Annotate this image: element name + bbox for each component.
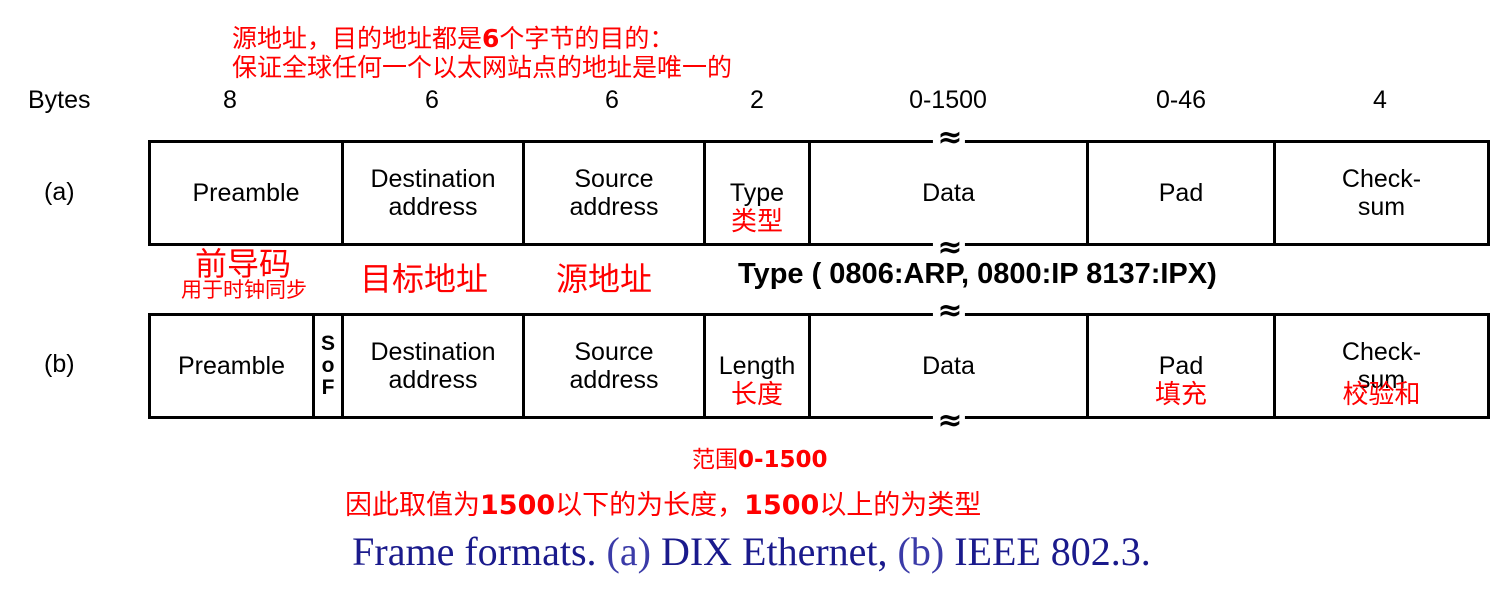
byte-count-preamble: 8 [223, 86, 237, 114]
field-source-b-line1: Source [574, 338, 654, 366]
caption-marker-b: (b) [897, 529, 945, 574]
field-destination-b-line2: address [388, 366, 478, 394]
annotation-destination-cn: 目标地址 [360, 260, 489, 298]
field-checksum-b-annotation: 校验和 [1342, 380, 1421, 410]
top-annotation-line1: 源地址，目的地址都是6个字节的目的： [232, 24, 732, 53]
bytes-row-label: Bytes [28, 86, 91, 114]
rule-part-c: 以下的为长度， [555, 490, 745, 521]
field-source-b-line2: address [569, 366, 659, 394]
annotation-range-value: 0-1500 [738, 447, 828, 473]
field-destination-a-line2: address [388, 193, 478, 221]
field-sof-letter-f: F [321, 376, 335, 399]
field-checksum-a-line2: sum [1357, 193, 1406, 221]
rule-value-2: 1500 [744, 490, 820, 521]
field-destination-address-a: Destination address [344, 143, 525, 243]
field-pad-a: Pad [1089, 143, 1276, 243]
rule-value-1: 1500 [480, 490, 556, 521]
type-values-legend: Type ( 0806:ARP, 0800:IP 8137:IPX) [738, 258, 1217, 290]
field-checksum-b: Check- sum 校验和 [1276, 316, 1487, 416]
field-source-address-b: Source address [525, 316, 706, 416]
caption-marker-a: (a) [606, 529, 651, 574]
field-pad-b-annotation: 填充 [1154, 380, 1207, 410]
field-preamble-a-label: Preamble [192, 179, 300, 207]
frame-dix-ethernet: Preamble Destination address Source addr… [148, 123, 1490, 263]
field-data-b: ≈ Data ≈ [811, 296, 1089, 436]
top-annotation-note: 源地址，目的地址都是6个字节的目的： 保证全球任何一个以太网站点的地址是唯一的 [232, 24, 732, 82]
field-sof-letter-o: o [321, 354, 335, 377]
byte-count-source: 6 [605, 86, 619, 114]
annotation-preamble-cn: 前导码 [194, 245, 291, 283]
top-note-number: 6 [482, 24, 500, 53]
annotation-preamble-sub-cn: 用于时钟同步 [181, 278, 307, 302]
field-data-a-label: Data [922, 179, 975, 207]
annotation-length-range: 范围0-1500 [692, 440, 828, 474]
frame-label-a: (a) [44, 178, 75, 206]
byte-count-pad: 0-46 [1155, 86, 1207, 114]
field-destination-address-b: Destination address [344, 316, 525, 416]
field-checksum-a-line1: Check- [1341, 165, 1422, 193]
field-sof-letter-s: S [320, 332, 335, 355]
annotation-source-cn: 源地址 [556, 260, 653, 298]
field-type-a: Type 类型 [706, 143, 811, 243]
field-pad-a-label: Pad [1158, 179, 1204, 207]
field-sof-b: S o F [315, 316, 344, 416]
field-type-a-label: Type [729, 179, 785, 207]
field-destination-a-line1: Destination [370, 165, 496, 193]
break-squiggle-top-a: ≈ [932, 123, 965, 153]
byte-count-data: 0-1500 [909, 86, 987, 114]
top-annotation-line2: 保证全球任何一个以太网站点的地址是唯一的 [232, 53, 733, 82]
rule-part-e: 以上的为类型 [819, 490, 982, 521]
field-preamble-b: Preamble [151, 316, 315, 416]
top-note-text-c: 个字节的目的： [499, 24, 675, 53]
field-length-b: Length 长度 [706, 316, 811, 416]
field-source-a-line1: Source [574, 165, 654, 193]
frame-label-b: (b) [44, 350, 75, 378]
field-length-b-annotation: 长度 [730, 380, 783, 410]
field-checksum-a: Check- sum [1276, 143, 1487, 243]
field-checksum-b-line1: Check- [1341, 338, 1422, 366]
break-squiggle-top-b: ≈ [932, 296, 965, 326]
field-pad-b: Pad 填充 [1089, 316, 1276, 416]
frame-ieee-802-3: Preamble S o F Destination address Sourc… [148, 296, 1490, 436]
caption-text-a: DIX Ethernet, [650, 529, 898, 574]
field-source-a-line2: address [569, 193, 659, 221]
field-preamble-a: Preamble [151, 143, 344, 243]
field-data-b-label: Data [922, 352, 975, 380]
caption-text-b: IEEE 802.3. [944, 529, 1151, 574]
byte-count-destination: 6 [425, 86, 439, 114]
field-destination-b-line1: Destination [370, 338, 496, 366]
byte-count-checksum: 4 [1373, 86, 1387, 114]
top-note-text-a: 源地址，目的地址都是 [232, 24, 483, 53]
byte-count-type: 2 [750, 86, 764, 114]
field-pad-b-label: Pad [1158, 352, 1204, 380]
rule-part-a: 因此取值为 [345, 490, 480, 521]
annotation-range-prefix: 范围 [692, 447, 738, 473]
field-source-address-a: Source address [525, 143, 706, 243]
break-squiggle-bottom-b: ≈ [932, 406, 965, 436]
field-length-b-label: Length [718, 352, 796, 380]
caption-prefix: Frame formats. [352, 529, 607, 574]
field-type-a-annotation: 类型 [730, 207, 783, 237]
field-data-a: ≈ Data ≈ [811, 123, 1089, 263]
annotation-length-type-rule: 因此取值为1500以下的为长度，1500以上的为类型 [345, 483, 981, 522]
field-preamble-b-label: Preamble [178, 352, 285, 380]
figure-caption: Frame formats. (a) DIX Ethernet, (b) IEE… [0, 528, 1503, 575]
